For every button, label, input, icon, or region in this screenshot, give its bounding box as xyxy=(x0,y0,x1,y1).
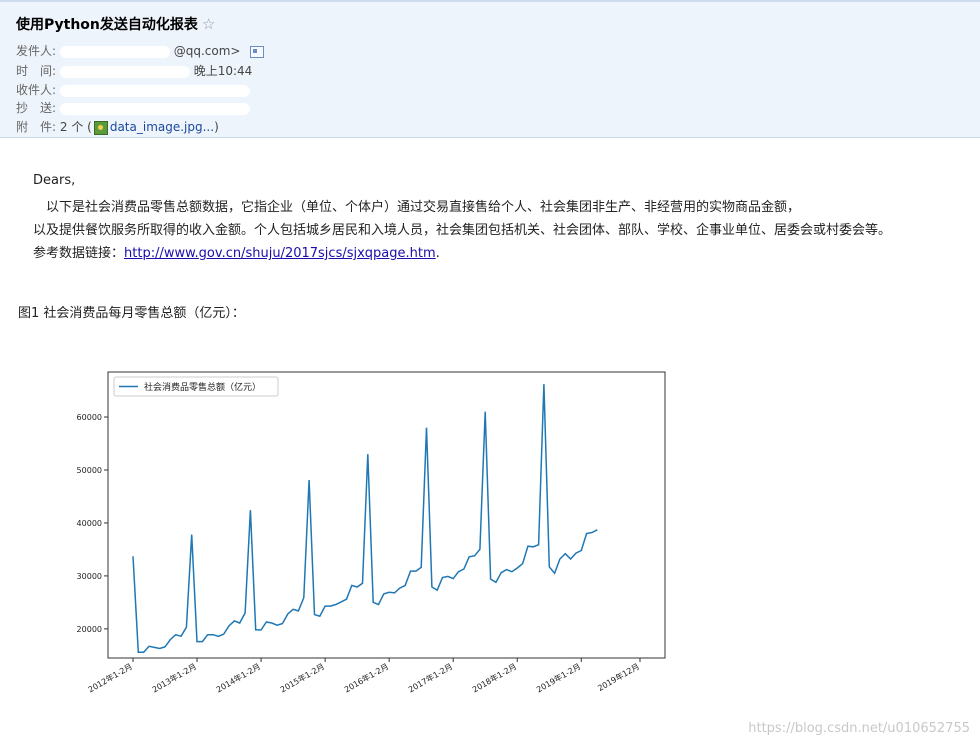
chart-axes-frame xyxy=(107,371,666,659)
y-tick-label: 50000 xyxy=(77,466,102,475)
body-line-2: 以及提供餐饮服务所取得的收入金额。个人包括城乡居民和入境人员，社会集团包括机关、… xyxy=(33,223,892,238)
greeting: Dears, xyxy=(33,173,76,188)
y-axis: 20000 30000 40000 50000 60000 xyxy=(77,413,108,634)
x-tick-label: 2017年1-2月 xyxy=(406,661,454,694)
to-row: 收件人: xyxy=(16,81,250,98)
x-tick-label: 2018年1-2月 xyxy=(470,661,518,694)
retail-sales-chart: 20000 30000 40000 50000 60000 2012年1-2月 2013年… xyxy=(77,371,666,694)
attachment-row: 附 件: 2 个 ( data_image.jpg...) xyxy=(16,118,219,135)
attach-count: 2 个 ( xyxy=(59,120,92,134)
reference-label: 参考数据链接： xyxy=(33,246,125,261)
reference-line: 参考数据链接：http://www.gov.cn/shuju/2017sjcs/… xyxy=(33,242,440,261)
figure-caption: 图1 社会消费品每月零售总额（亿元）： xyxy=(18,306,245,321)
from-row: 发件人: @qq.com> xyxy=(16,42,265,59)
cc-label: 抄 送: xyxy=(16,101,57,115)
x-tick-label: 2013年1-2月 xyxy=(150,661,198,694)
x-tick-label: 2012年1-2月 xyxy=(86,661,134,694)
redacted-sender xyxy=(59,45,170,58)
x-tick-label: 2019年12月 xyxy=(596,661,641,693)
time-label: 时 间: xyxy=(16,64,57,78)
redacted-cc xyxy=(59,102,250,115)
from-label: 发件人: xyxy=(16,44,57,58)
to-label: 收件人: xyxy=(16,83,57,97)
redacted-recipient xyxy=(59,84,250,97)
x-tick-label: 2016年1-2月 xyxy=(342,661,390,694)
x-tick-label: 2015年1-2月 xyxy=(278,661,326,694)
time-row: 时 间: 晚上10:44 xyxy=(16,62,252,79)
image-file-icon xyxy=(93,120,108,135)
watermark: https://blog.csdn.net/u010652755 xyxy=(748,721,970,736)
attach-close: ) xyxy=(214,120,219,134)
email-header: 使用Python发送自动化报表 ☆ 发件人: @qq.com> 时 间: 晚上10… xyxy=(0,0,980,138)
x-tick-label: 2019年1-2月 xyxy=(534,661,582,694)
body-line-1: 以下是社会消费品零售总额数据，它指企业（单位、个体户）通过交易直接售给个人、社会… xyxy=(33,200,801,215)
chart-legend: 社会消费品零售总额（亿元） xyxy=(113,376,279,397)
y-tick-label: 20000 xyxy=(77,625,102,634)
x-axis: 2012年1-2月 2013年1-2月 2014年1-2月 2015年1-2月 2016… xyxy=(86,658,641,694)
reference-end: . xyxy=(435,246,440,261)
from-value[interactable]: @qq.com> xyxy=(174,44,241,58)
reference-link[interactable]: http://www.gov.cn/shuju/2017sjcs/sjxqpag… xyxy=(124,246,436,261)
y-tick-label: 30000 xyxy=(77,572,102,581)
time-value: 晚上10:44 xyxy=(193,64,253,78)
cc-row: 抄 送: xyxy=(16,99,250,116)
contact-card-icon[interactable] xyxy=(250,45,265,58)
y-tick-label: 40000 xyxy=(77,519,102,528)
x-tick-label: 2014年1-2月 xyxy=(214,661,262,694)
star-icon[interactable]: ☆ xyxy=(202,15,215,33)
attach-label: 附 件: xyxy=(16,120,57,134)
y-tick-label: 60000 xyxy=(77,413,102,422)
subject-text: 使用Python发送自动化报表 xyxy=(16,17,198,33)
redacted-date xyxy=(59,65,190,78)
email-subject: 使用Python发送自动化报表 ☆ xyxy=(16,14,215,34)
legend-label: 社会消费品零售总额（亿元） xyxy=(144,381,261,393)
attachment-link[interactable]: data_image.jpg... xyxy=(110,120,214,134)
